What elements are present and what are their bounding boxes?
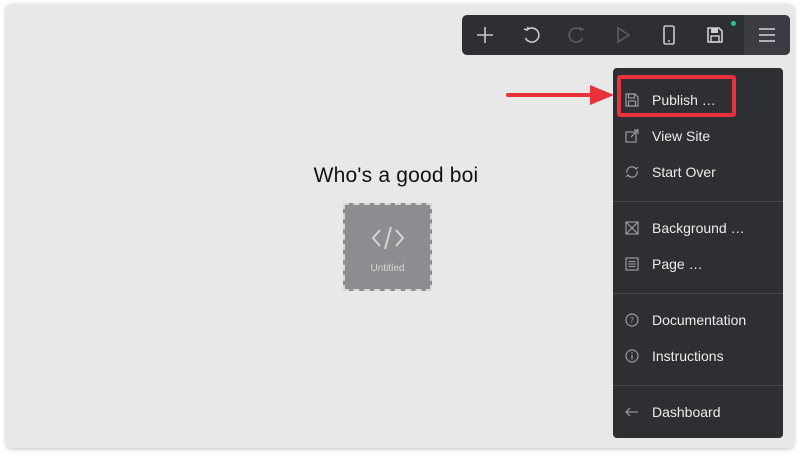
app-window: Who's a good boi Untitled Publish … View… bbox=[6, 4, 794, 448]
menu-item-documentation[interactable]: ? Documentation bbox=[613, 305, 783, 335]
redo-button[interactable] bbox=[554, 15, 600, 55]
floppy-icon bbox=[707, 27, 723, 43]
menu-button[interactable] bbox=[744, 15, 790, 55]
mobile-icon bbox=[663, 25, 675, 45]
menu-item-label: Instructions bbox=[652, 348, 724, 364]
menu-item-dashboard[interactable]: Dashboard bbox=[613, 397, 783, 427]
menu-item-label: Dashboard bbox=[652, 404, 721, 420]
menu-item-instructions[interactable]: Instructions bbox=[613, 341, 783, 371]
menu-divider bbox=[613, 201, 783, 202]
menu-item-view-site[interactable]: View Site bbox=[613, 121, 783, 151]
undo-button[interactable] bbox=[508, 15, 554, 55]
info-circle-icon bbox=[625, 349, 639, 363]
mobile-preview-button[interactable] bbox=[646, 15, 692, 55]
external-link-icon bbox=[625, 129, 639, 143]
publish-highlight-box bbox=[617, 75, 736, 117]
annotation-arrow-icon bbox=[506, 85, 614, 105]
background-image-icon bbox=[625, 221, 639, 235]
menu-item-page[interactable]: Page … bbox=[613, 249, 783, 279]
menu-item-label: Background … bbox=[652, 220, 745, 236]
menu-item-start-over[interactable]: Start Over bbox=[613, 157, 783, 187]
menu-divider bbox=[613, 385, 783, 386]
editor-toolbar bbox=[462, 15, 790, 55]
plus-icon bbox=[477, 27, 493, 43]
play-button[interactable] bbox=[600, 15, 646, 55]
menu-item-label: Page … bbox=[652, 256, 703, 272]
play-icon bbox=[617, 26, 631, 44]
svg-text:?: ? bbox=[630, 316, 634, 325]
code-embed-block[interactable]: Untitled bbox=[343, 203, 432, 291]
refresh-icon bbox=[625, 166, 639, 178]
menu-item-background[interactable]: Background … bbox=[613, 213, 783, 243]
page-icon bbox=[625, 257, 639, 271]
arrow-left-icon bbox=[625, 407, 638, 417]
help-circle-icon: ? bbox=[625, 313, 639, 327]
menu-item-label: View Site bbox=[652, 128, 711, 144]
add-button[interactable] bbox=[462, 15, 508, 55]
menu-divider bbox=[613, 293, 783, 294]
menu-item-label: Start Over bbox=[652, 164, 716, 180]
code-icon bbox=[371, 226, 405, 250]
undo-icon bbox=[523, 26, 540, 43]
unsaved-indicator bbox=[731, 21, 736, 26]
main-menu: Publish … View Site Start Over Backgroun… bbox=[613, 68, 783, 438]
redo-icon bbox=[568, 26, 585, 43]
hamburger-icon bbox=[759, 28, 775, 42]
menu-item-label: Documentation bbox=[652, 312, 747, 328]
embed-caption: Untitled bbox=[370, 263, 405, 274]
